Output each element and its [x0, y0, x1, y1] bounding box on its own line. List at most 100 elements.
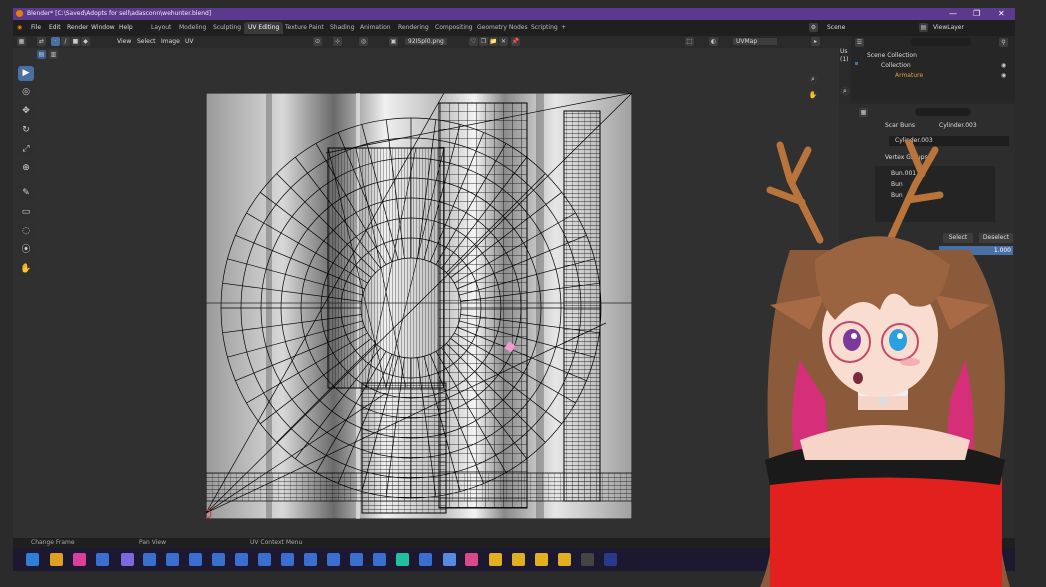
- app-icon[interactable]: [189, 553, 202, 566]
- outliner-collection[interactable]: Collection: [881, 62, 911, 72]
- properties-mesh-name[interactable]: Cylinder.003: [939, 122, 977, 132]
- tab-animation[interactable]: Animation: [356, 22, 395, 34]
- open-image-icon[interactable]: 📁: [489, 37, 498, 46]
- outliner-search-input[interactable]: [911, 38, 971, 46]
- viewlayer-icon[interactable]: ▤: [919, 23, 928, 32]
- menu-uv[interactable]: UV: [185, 38, 194, 45]
- tab-uv-editing[interactable]: UV Editing: [244, 22, 284, 34]
- annotate-tool[interactable]: ✎: [18, 186, 34, 201]
- outliner-scene-collection[interactable]: Scene Collection: [867, 52, 917, 62]
- windows-start-icon[interactable]: [26, 553, 39, 566]
- menu-view[interactable]: View: [117, 38, 131, 45]
- visibility-eye-icon[interactable]: ◉: [1001, 62, 1006, 69]
- face-select-icon[interactable]: ■: [71, 37, 80, 46]
- properties-object-name[interactable]: Scar Buns: [885, 122, 915, 132]
- sync-selection-icon[interactable]: ⇄: [37, 37, 46, 46]
- menu-edit[interactable]: Edit: [49, 24, 61, 31]
- maximize-button[interactable]: ❐: [973, 9, 980, 18]
- new-image-icon[interactable]: ❐: [479, 37, 488, 46]
- fake-user-icon[interactable]: ♡: [469, 37, 478, 46]
- properties-search-input[interactable]: [915, 108, 971, 116]
- image-browse-icon[interactable]: ▣: [389, 37, 398, 46]
- proportional-icon[interactable]: ◎: [359, 37, 368, 46]
- app-icon[interactable]: [304, 553, 317, 566]
- overlay-icon[interactable]: ⬚: [685, 37, 694, 46]
- minimize-button[interactable]: —: [949, 9, 957, 18]
- outliner-filter-icon[interactable]: ⚲: [999, 38, 1008, 47]
- uvmap-field[interactable]: UVMap: [733, 38, 778, 45]
- editor-type-icon[interactable]: ▦: [17, 37, 26, 46]
- menu-help[interactable]: Help: [119, 24, 133, 31]
- tab-compositing[interactable]: Compositing: [431, 22, 477, 34]
- island-select-icon[interactable]: ◆: [81, 37, 90, 46]
- scale-tool[interactable]: ⤢: [18, 142, 34, 157]
- grab-tool[interactable]: ▭: [18, 205, 34, 220]
- uv-editor-viewport[interactable]: ▶ ◎ ✥ ↻ ⤢ ⊕ ✎ ▭ ◌ ⦿ ✋ ▤ ▥ ⌕ ✋: [13, 48, 843, 538]
- image-name-field[interactable]: 92ISpl0.png: [405, 38, 447, 45]
- tab-texture-paint[interactable]: Texture Paint: [281, 22, 328, 34]
- app-icon[interactable]: [143, 553, 156, 566]
- add-workspace-button[interactable]: +: [557, 22, 570, 34]
- chrome-icon[interactable]: [512, 553, 525, 566]
- properties-type-icon[interactable]: ▦: [859, 108, 868, 117]
- outliner-type-icon[interactable]: ☰: [855, 38, 864, 47]
- tab-rendering[interactable]: Rendering: [394, 22, 433, 34]
- armature-eye-icon[interactable]: ◉: [1001, 72, 1006, 79]
- select-tool[interactable]: ▶: [18, 66, 34, 81]
- display-channels-icon[interactable]: ◐: [709, 37, 718, 46]
- transform-tool[interactable]: ⊕: [18, 161, 34, 176]
- tablet-app-icon[interactable]: [443, 553, 456, 566]
- blender-menu-icon[interactable]: ◉: [17, 24, 22, 31]
- art-app-icon[interactable]: [465, 553, 478, 566]
- rip-tool[interactable]: ✋: [18, 262, 34, 277]
- app-icon[interactable]: [350, 553, 363, 566]
- tab-layout[interactable]: Layout: [147, 22, 175, 34]
- menu-file[interactable]: File: [31, 24, 41, 31]
- app-icon[interactable]: [258, 553, 271, 566]
- vertex-select-icon[interactable]: ·: [51, 37, 60, 46]
- outliner-armature[interactable]: Armature: [895, 72, 923, 82]
- app-icon[interactable]: [327, 553, 340, 566]
- menu-select[interactable]: Select: [137, 38, 156, 45]
- viewlayer-name[interactable]: ViewLayer: [933, 24, 964, 31]
- pan-hand-icon[interactable]: ✋: [808, 90, 818, 100]
- audio-app-icon[interactable]: [396, 553, 409, 566]
- relax-tool[interactable]: ◌: [18, 224, 34, 239]
- app-icon[interactable]: [166, 553, 179, 566]
- pivot-icon[interactable]: ⊙: [313, 37, 322, 46]
- app-icon[interactable]: [419, 553, 432, 566]
- app-icon[interactable]: [212, 553, 225, 566]
- scene-name[interactable]: Scene: [827, 24, 845, 31]
- menu-render[interactable]: Render: [67, 24, 88, 31]
- menu-window[interactable]: Window: [91, 24, 115, 31]
- obs-icon[interactable]: [73, 553, 86, 566]
- photoshop-icon[interactable]: [604, 553, 617, 566]
- chrome-icon[interactable]: [489, 553, 502, 566]
- tab-sculpting[interactable]: Sculpting: [209, 22, 245, 34]
- tab-shading[interactable]: Shading: [326, 22, 358, 34]
- tab-geometry-nodes[interactable]: Geometry Nodes: [473, 22, 532, 34]
- app-icon[interactable]: [281, 553, 294, 566]
- menu-image[interactable]: Image: [161, 38, 180, 45]
- pin-icon[interactable]: 📌: [511, 37, 520, 46]
- app-icon[interactable]: [235, 553, 248, 566]
- scene-icon[interactable]: ⚙: [809, 23, 818, 32]
- uv-select-mode-2-icon[interactable]: ▥: [49, 50, 58, 59]
- discord-icon[interactable]: [121, 553, 134, 566]
- zoom-icon[interactable]: ⌕: [808, 74, 818, 84]
- unlink-image-icon[interactable]: ✕: [499, 37, 508, 46]
- app-icon[interactable]: [96, 553, 109, 566]
- chrome-icon[interactable]: [535, 553, 548, 566]
- edge-select-icon[interactable]: /: [61, 37, 70, 46]
- viewport-zoom-icon[interactable]: ⌕: [840, 86, 850, 96]
- n-panel-toggle-icon[interactable]: ▸: [811, 37, 820, 46]
- app-icon[interactable]: [373, 553, 386, 566]
- uv-texture-canvas[interactable]: [206, 93, 632, 519]
- move-tool[interactable]: ✥: [18, 104, 34, 119]
- file-explorer-icon[interactable]: [50, 553, 63, 566]
- terminal-icon[interactable]: [581, 553, 594, 566]
- chrome-icon[interactable]: [558, 553, 571, 566]
- rotate-tool[interactable]: ↻: [18, 123, 34, 138]
- snap-icon[interactable]: ⊹: [333, 37, 342, 46]
- tab-modeling[interactable]: Modeling: [175, 22, 210, 34]
